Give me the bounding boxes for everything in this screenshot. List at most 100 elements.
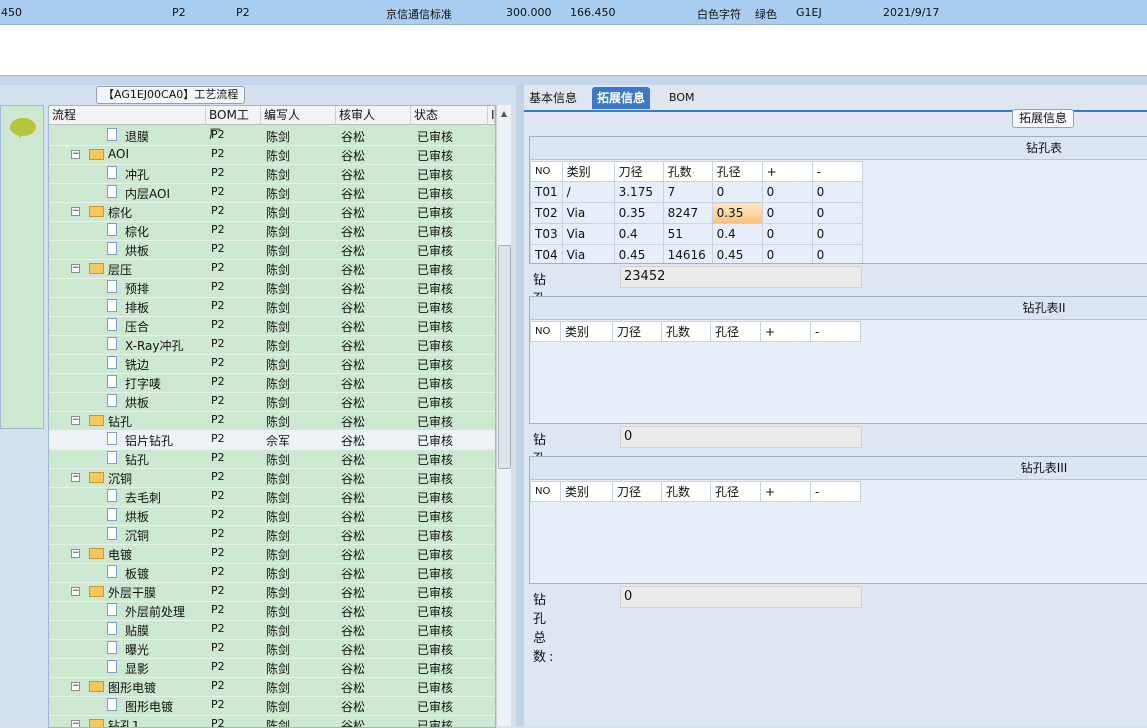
drill-col-header[interactable]: 孔径 — [711, 161, 763, 182]
drill-col-header[interactable]: 类别 — [560, 481, 613, 502]
drill-row[interactable]: T03 Via 0.4 51 0.4 0 0 — [530, 223, 863, 245]
drill-col-header[interactable]: 孔数 — [662, 161, 713, 182]
column-header-writer[interactable]: 编写人 — [261, 106, 336, 125]
drill-cell[interactable]: 0 — [711, 181, 763, 203]
column-header-flow[interactable]: 流程 — [49, 106, 206, 125]
tree-group-row[interactable]: − 棕化 P2 陈剑 谷松 已审核 — [49, 202, 495, 222]
drill-cell[interactable]: 0.4 — [711, 223, 763, 245]
drill-col-header[interactable]: + — [761, 161, 813, 182]
column-header-extra[interactable]: I — [488, 106, 495, 125]
drill-cell[interactable]: 0.4 — [613, 223, 664, 245]
tree-step-row[interactable]: 图形电镀 P2 陈剑 谷松 已审核 — [49, 696, 495, 716]
tree-step-row[interactable]: 钻孔 P2 陈剑 谷松 已审核 — [49, 449, 495, 469]
column-header-bom-factory[interactable]: BOM工厂 — [206, 106, 261, 141]
drill-col-header[interactable]: 类别 — [560, 321, 613, 342]
collapse-toggle-icon[interactable]: − — [71, 720, 80, 727]
collapse-toggle-icon[interactable]: − — [71, 549, 80, 558]
drill-col-header[interactable]: NO — [530, 321, 561, 342]
drill-cell[interactable]: T03 — [530, 223, 563, 245]
tree-group-row[interactable]: − 图形电镀 P2 陈剑 谷松 已审核 — [49, 677, 495, 697]
drill-col-header[interactable]: 刀径 — [612, 481, 662, 502]
drill-cell[interactable]: 14616 — [662, 244, 713, 263]
drill-cell[interactable]: Via — [561, 223, 615, 245]
drill-cell[interactable]: 3.175 — [613, 181, 664, 203]
drill-cell[interactable]: T01 — [530, 181, 563, 203]
chat-bubble-icon[interactable] — [10, 118, 36, 138]
drill-col-header[interactable]: 孔径 — [710, 321, 761, 342]
drill-total-field[interactable]: 23452 — [620, 266, 862, 288]
drill-col-header[interactable]: 刀径 — [612, 321, 662, 342]
tree-step-row[interactable]: 压合 P2 陈剑 谷松 已审核 — [49, 316, 495, 336]
column-header-status[interactable]: 状态 — [411, 106, 488, 125]
tree-step-row[interactable]: 预排 P2 陈剑 谷松 已审核 — [49, 278, 495, 298]
drill-col-header[interactable]: 孔数 — [661, 481, 711, 502]
tree-step-row[interactable]: 棕化 P2 陈剑 谷松 已审核 — [49, 221, 495, 241]
tree-step-row[interactable]: 铝片钻孔 P2 佘军 谷松 已审核 — [49, 430, 495, 450]
drill-cell[interactable]: Via — [561, 244, 615, 263]
drill-col-header[interactable]: 类别 — [561, 161, 615, 182]
drill-col-header[interactable]: 刀径 — [613, 161, 664, 182]
drill-cell[interactable]: 0.45 — [613, 244, 664, 263]
drill-col-header[interactable]: - — [811, 161, 863, 182]
collapse-toggle-icon[interactable]: − — [71, 207, 80, 216]
drill-cell[interactable]: 0 — [811, 181, 863, 203]
tree-group-row[interactable]: − 外层干膜 P2 陈剑 谷松 已审核 — [49, 582, 495, 602]
drill-total-ii-field[interactable]: 0 — [620, 426, 862, 448]
collapse-toggle-icon[interactable]: − — [71, 587, 80, 596]
drill-col-header[interactable]: NO — [530, 481, 561, 502]
drill-cell[interactable]: 0.35 — [711, 202, 763, 224]
tree-step-row[interactable]: 显影 P2 陈剑 谷松 已审核 — [49, 658, 495, 678]
drill-total-iii-field[interactable]: 0 — [620, 586, 862, 608]
drill-col-header[interactable]: + — [760, 321, 811, 342]
vertical-splitter[interactable] — [516, 85, 524, 726]
column-header-checker[interactable]: 核审人 — [336, 106, 411, 125]
tree-group-row[interactable]: − 电镀 P2 陈剑 谷松 已审核 — [49, 544, 495, 564]
collapse-toggle-icon[interactable]: − — [71, 416, 80, 425]
tab-extended-info[interactable]: 拓展信息 — [592, 87, 651, 109]
collapse-toggle-icon[interactable]: − — [71, 682, 80, 691]
drill-col-header[interactable]: NO — [530, 161, 563, 182]
tree-step-row[interactable]: 冲孔 P2 陈剑 谷松 已审核 — [49, 164, 495, 184]
selected-grid-row[interactable]: 450 P2 P2 京信通信标准 300.000 166.450 白色字符 绿色… — [0, 0, 1147, 25]
drill-col-header[interactable]: 孔径 — [710, 481, 761, 502]
drill-cell[interactable]: / — [561, 181, 615, 203]
drill-col-header[interactable]: 孔数 — [661, 321, 711, 342]
tree-step-row[interactable]: X-Ray冲孔 P2 陈剑 谷松 已审核 — [49, 335, 495, 355]
tree-step-row[interactable]: 曝光 P2 陈剑 谷松 已审核 — [49, 639, 495, 659]
collapse-toggle-icon[interactable]: − — [71, 473, 80, 482]
drill-cell[interactable]: 0.35 — [613, 202, 664, 224]
tab-basic-info[interactable]: 基本信息 — [524, 87, 582, 109]
drill-cell[interactable]: 51 — [662, 223, 713, 245]
tree-group-row[interactable]: − 沉铜 P2 陈剑 谷松 已审核 — [49, 468, 495, 488]
drill-cell[interactable]: 0 — [761, 181, 813, 203]
tree-step-row[interactable]: 沉铜 P2 陈剑 谷松 已审核 — [49, 525, 495, 545]
drill-cell[interactable]: 8247 — [662, 202, 713, 224]
tree-step-row[interactable]: 退膜 P2 陈剑 谷松 已审核 — [49, 126, 495, 146]
drill-col-header[interactable]: + — [760, 481, 811, 502]
tree-group-row[interactable]: − AOI P2 陈剑 谷松 已审核 — [49, 145, 495, 165]
tree-step-row[interactable]: 排板 P2 陈剑 谷松 已审核 — [49, 297, 495, 317]
tree-step-row[interactable]: 去毛刺 P2 陈剑 谷松 已审核 — [49, 487, 495, 507]
drill-cell[interactable]: 0 — [761, 202, 813, 224]
tree-step-row[interactable]: 贴膜 P2 陈剑 谷松 已审核 — [49, 620, 495, 640]
tree-group-row[interactable]: − 钻孔1 P2 陈剑 谷松 已审核 — [49, 715, 495, 727]
collapse-toggle-icon[interactable]: − — [71, 150, 80, 159]
tree-group-row[interactable]: − 层压 P2 陈剑 谷松 已审核 — [49, 259, 495, 279]
drill-col-header[interactable]: - — [810, 321, 861, 342]
tree-step-row[interactable]: 板镀 P2 陈剑 谷松 已审核 — [49, 563, 495, 583]
drill-cell[interactable]: T02 — [530, 202, 563, 224]
drill-row[interactable]: T04 Via 0.45 14616 0.45 0 0 — [530, 244, 863, 263]
tree-step-row[interactable]: 烘板 P2 陈剑 谷松 已审核 — [49, 506, 495, 526]
drill-cell[interactable]: 0 — [811, 244, 863, 263]
tree-step-row[interactable]: 打字唛 P2 陈剑 谷松 已审核 — [49, 373, 495, 393]
tab-bom[interactable]: BOM — [664, 87, 700, 109]
drill-cell[interactable]: 0 — [761, 244, 813, 263]
drill-row[interactable]: T01/3.175 7 0 0 0 — [530, 181, 863, 203]
drill-cell[interactable]: 7 — [662, 181, 713, 203]
collapse-toggle-icon[interactable]: − — [71, 264, 80, 273]
tree-step-row[interactable]: 内层AOI P2 陈剑 谷松 已审核 — [49, 183, 495, 203]
tree-step-row[interactable]: 外层前处理 P2 陈剑 谷松 已审核 — [49, 601, 495, 621]
drill-cell[interactable]: T04 — [530, 244, 563, 263]
scroll-thumb[interactable] — [498, 245, 511, 469]
tree-step-row[interactable]: 铣边 P2 陈剑 谷松 已审核 — [49, 354, 495, 374]
